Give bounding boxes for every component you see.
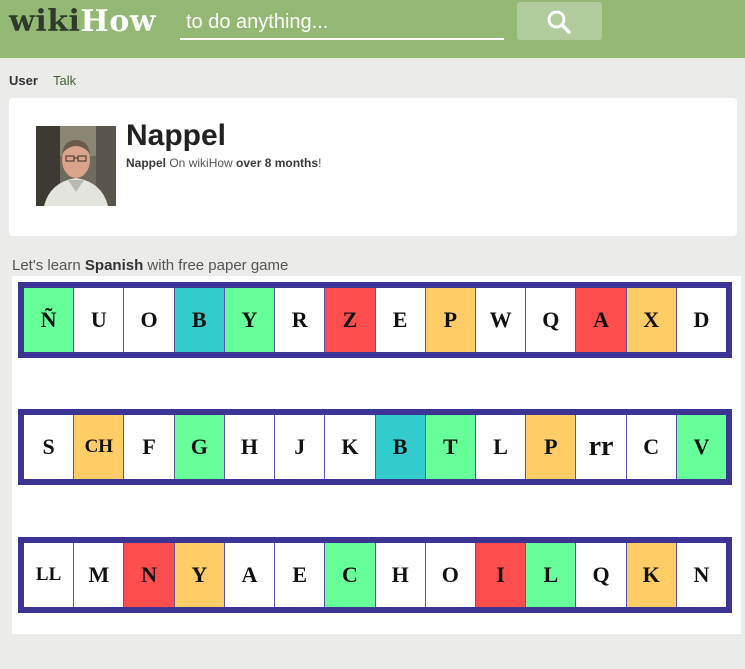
letter-cell: I [475, 543, 527, 607]
letter-cell: Q [576, 543, 627, 607]
letter-cell: Z [325, 288, 376, 352]
profile-card: Nappel Nappel On wikiHow over 8 months! [9, 98, 737, 236]
letter-cell: V [676, 415, 727, 479]
letter-cell: R [275, 288, 326, 352]
intro-language: Spanish [84, 257, 144, 274]
search-input[interactable] [180, 6, 504, 40]
tab-talk[interactable]: Talk [53, 73, 76, 89]
profile-name: Nappel [126, 119, 227, 152]
tab-user[interactable]: User [9, 73, 38, 89]
letter-row-1: ÑUOBYRZEPWQAXD [18, 282, 732, 358]
letter-cell: F [124, 415, 175, 479]
letter-cell: S [24, 415, 75, 479]
letter-cell: E [275, 543, 326, 607]
letter-cell: M [74, 543, 125, 607]
letter-cell: N [676, 543, 727, 607]
letter-cell: H [224, 415, 276, 479]
letter-cell: O [425, 543, 476, 607]
letter-cell: C [325, 543, 376, 607]
letter-cell: CH [74, 415, 125, 479]
letter-cell: E [375, 288, 426, 352]
letter-cell: Ñ [24, 288, 75, 352]
letter-cell: O [124, 288, 175, 352]
letter-cell: Q [526, 288, 577, 352]
profile-meta-duration: over 8 months [236, 156, 319, 170]
letter-cell: H [375, 543, 426, 607]
letter-cell: B [375, 415, 426, 479]
letter-cell: N [124, 543, 175, 607]
article-intro: Let's learn Spanish with free paper game [12, 257, 288, 275]
profile-meta-name[interactable]: Nappel [126, 156, 166, 170]
letter-cell: A [224, 543, 276, 607]
intro-suffix: with free paper game [143, 257, 289, 274]
letter-cell: X [626, 288, 677, 352]
letter-cell: Y [174, 543, 225, 607]
letter-cell: P [526, 415, 577, 479]
profile-meta-text: On wikiHow [166, 156, 237, 170]
letter-cell: G [174, 415, 225, 479]
wikihow-logo[interactable]: wikiHow [9, 4, 156, 40]
profile-meta: Nappel On wikiHow over 8 months! [126, 156, 321, 171]
logo-part-wiki: wiki [9, 4, 81, 39]
letter-cell: B [174, 288, 225, 352]
letter-cell: LL [24, 543, 75, 607]
search-icon [547, 10, 571, 34]
letter-game: ÑUOBYRZEPWQAXD S CH F G H J K B T L Prr C V LL M N Y A E C… [12, 276, 741, 634]
letter-cell: L [526, 543, 577, 607]
letter-cell: W [475, 288, 527, 352]
letter-cell: C [626, 415, 677, 479]
letter-cell: U [74, 288, 125, 352]
letter-cell: A [576, 288, 627, 352]
search-button[interactable] [517, 2, 602, 40]
logo-part-how: How [80, 4, 157, 39]
letter-cell: L [475, 415, 527, 479]
letter-cell: K [626, 543, 677, 607]
site-header: wikiHow [0, 0, 745, 58]
avatar-photo [36, 126, 116, 206]
intro-prefix: Let's learn [12, 257, 85, 274]
letter-row-2: S CH F G H J K B T L Prr C V [18, 409, 732, 485]
letter-row-3: LL M N Y A E C H O I L Q K N [18, 537, 732, 613]
letter-cell: Y [224, 288, 276, 352]
profile-meta-suffix: ! [318, 156, 322, 170]
letter-cell: T [425, 415, 476, 479]
letter-cell: P [425, 288, 476, 352]
letter-cell: rr [576, 415, 627, 479]
avatar[interactable] [36, 126, 116, 206]
letter-cell: J [275, 415, 326, 479]
letter-cell: K [325, 415, 376, 479]
letter-cell: D [676, 288, 727, 352]
